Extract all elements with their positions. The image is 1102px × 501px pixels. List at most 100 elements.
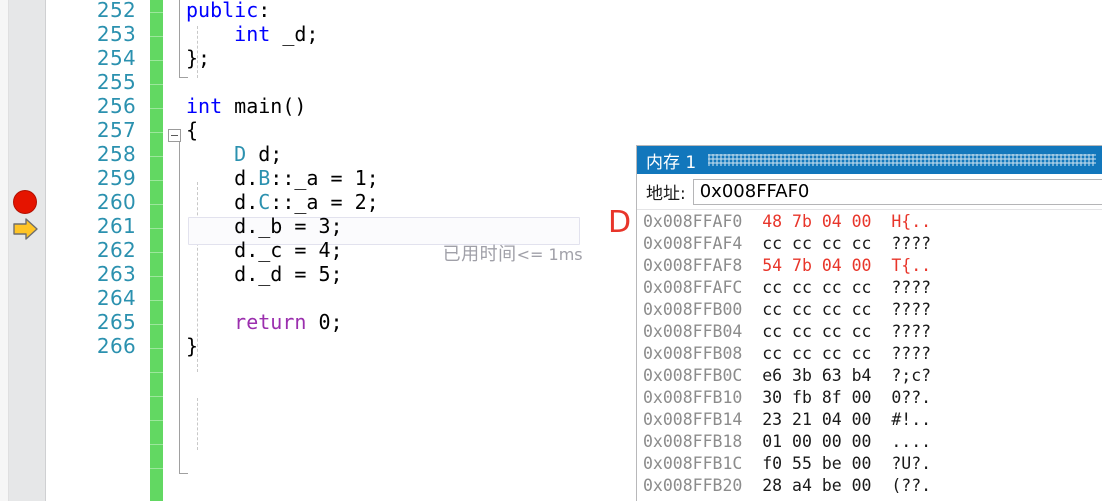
code-token: { <box>186 118 199 142</box>
perftip-label: 已用时间 <box>442 244 517 265</box>
code-token: ; <box>330 262 343 286</box>
code-token: d._c = <box>186 238 319 262</box>
memory-row-address: 0x008FFB10 <box>643 388 743 407</box>
code-token: ::_a = <box>270 190 355 214</box>
memory-row-ascii: ?;c? <box>871 366 932 385</box>
code-token: } <box>186 334 199 358</box>
code-line[interactable]: d._b = 3; <box>186 214 343 238</box>
memory-row[interactable]: 0x008FFAFC cc cc cc cc ???? <box>637 277 1102 299</box>
memory-row-ascii: ???? <box>871 322 932 341</box>
memory-row-address: 0x008FFB08 <box>643 344 743 363</box>
memory-row[interactable]: 0x008FFB0C e6 3b 63 b4 ?;c? <box>637 365 1102 387</box>
code-token: ; <box>330 214 343 238</box>
code-token: d. <box>186 190 259 214</box>
code-token: 3 <box>318 214 331 238</box>
memory-row-bytes: 23 21 04 00 <box>742 410 872 429</box>
memory-row-ascii: .... <box>871 432 932 451</box>
code-token: () <box>282 94 307 118</box>
perftip: 已用时间<= 1ms <box>421 219 583 265</box>
code-token: D <box>234 142 247 166</box>
memory-row[interactable]: 0x008FFB14 23 21 04 00 #!.. <box>637 409 1102 431</box>
code-line[interactable]: d._c = 4; <box>186 238 342 262</box>
code-token: int <box>234 22 271 46</box>
memory-address-toolbar[interactable]: 地址: 0x008FFAF0 <box>637 174 1102 210</box>
code-line[interactable]: { <box>186 118 198 142</box>
memory-row-bytes: 30 fb 8f 00 <box>742 388 872 407</box>
address-label: 地址: <box>646 184 686 204</box>
code-token: ; <box>366 166 379 190</box>
code-token: main <box>234 94 283 118</box>
memory-row-bytes: 48 7b 04 00 <box>742 212 872 231</box>
window-grip-icon[interactable] <box>708 154 1096 166</box>
code-token: ::_a = <box>270 166 355 190</box>
memory-row-ascii: #!.. <box>871 410 932 429</box>
perftip-value: <= 1ms <box>516 245 583 264</box>
code-token: d. <box>186 166 259 190</box>
memory-row-ascii: H{.. <box>871 212 932 231</box>
code-line[interactable]: d._d = 5; <box>186 262 343 286</box>
memory-row-bytes: f0 55 be 00 <box>742 454 872 473</box>
code-line[interactable]: } <box>186 334 198 358</box>
memory-row-bytes: cc cc cc cc <box>742 278 872 297</box>
memory-window-title: 内存 1 <box>646 152 697 173</box>
code-line[interactable]: return 0; <box>186 310 343 334</box>
memory-row[interactable]: 0x008FFB20 28 a4 be 00 (??. <box>637 475 1102 497</box>
code-token: d._d = <box>186 262 319 286</box>
memory-window-titlebar[interactable]: 内存 1 <box>637 146 1102 174</box>
code-token: d; <box>246 142 283 166</box>
memory-row-ascii: ???? <box>871 344 932 363</box>
code-token: int <box>186 94 223 118</box>
memory-row-bytes: cc cc cc cc <box>742 234 872 253</box>
code-token: _d; <box>270 22 319 46</box>
memory-row[interactable]: 0x008FFB00 cc cc cc cc ???? <box>637 299 1102 321</box>
memory-row-address: 0x008FFAF8 <box>643 256 743 275</box>
code-token: 0 <box>318 310 331 334</box>
memory-row-address: 0x008FFB18 <box>643 432 743 451</box>
memory-row-ascii: ?U?. <box>871 454 932 473</box>
memory-row[interactable]: 0x008FFAF4 cc cc cc cc ???? <box>637 233 1102 255</box>
memory-row-address: 0x008FFB00 <box>643 300 743 319</box>
code-token: }; <box>186 46 211 70</box>
code-line[interactable]: d.B::_a = 1; <box>186 166 379 190</box>
address-input[interactable]: 0x008FFAF0 <box>692 178 1102 205</box>
code-token: public <box>186 0 259 22</box>
code-line[interactable]: int main() <box>186 94 306 118</box>
memory-row[interactable]: 0x008FFAF0 48 7b 04 00 H{.. <box>637 211 1102 233</box>
memory-row[interactable]: 0x008FFB08 cc cc cc cc ???? <box>637 343 1102 365</box>
code-line[interactable]: }; <box>186 46 210 70</box>
memory-row[interactable]: 0x008FFB04 cc cc cc cc ???? <box>637 321 1102 343</box>
datatip-letter: D <box>608 205 632 240</box>
memory-row-ascii: ???? <box>871 234 932 253</box>
code-line[interactable]: D d; <box>186 142 282 166</box>
memory-row-bytes: cc cc cc cc <box>742 322 872 341</box>
memory-row[interactable]: 0x008FFB18 01 00 00 00 .... <box>637 431 1102 453</box>
code-token: ; <box>330 310 343 334</box>
memory-row-address: 0x008FFAFC <box>643 278 743 297</box>
code-token: 2 <box>354 190 367 214</box>
memory-row-address: 0x008FFAF0 <box>643 212 743 231</box>
memory-row-bytes: cc cc cc cc <box>742 300 872 319</box>
memory-window[interactable]: 内存 1 地址: 0x008FFAF0 0x008FFAF0 48 7b 04 … <box>636 145 1102 501</box>
memory-row-address: 0x008FFB04 <box>643 322 743 341</box>
memory-rows[interactable]: 0x008FFAF0 48 7b 04 00 H{.. 0x008FFAF4 cc… <box>637 211 1102 501</box>
code-token: 5 <box>318 262 331 286</box>
memory-row[interactable]: 0x008FFAF8 54 7b 04 00 T{.. <box>637 255 1102 277</box>
memory-row[interactable]: 0x008FFB10 30 fb 8f 00 0??. <box>637 387 1102 409</box>
memory-row-ascii: ???? <box>871 278 932 297</box>
code-line[interactable]: int _d; <box>186 22 318 46</box>
memory-row-ascii: 0??. <box>871 388 932 407</box>
memory-row-address: 0x008FFB0C <box>643 366 743 385</box>
code-line[interactable]: public: <box>186 0 270 22</box>
code-token: B <box>258 166 271 190</box>
code-token: ; <box>366 190 379 214</box>
memory-row-address: 0x008FFAF4 <box>643 234 743 253</box>
code-token: C <box>258 190 271 214</box>
memory-row-ascii: T{.. <box>871 256 932 275</box>
memory-row-bytes: 01 00 00 00 <box>742 432 872 451</box>
memory-row-address: 0x008FFB14 <box>643 410 743 429</box>
code-line[interactable]: d.C::_a = 2; <box>186 190 379 214</box>
memory-row[interactable]: 0x008FFB1C f0 55 be 00 ?U?. <box>637 453 1102 475</box>
